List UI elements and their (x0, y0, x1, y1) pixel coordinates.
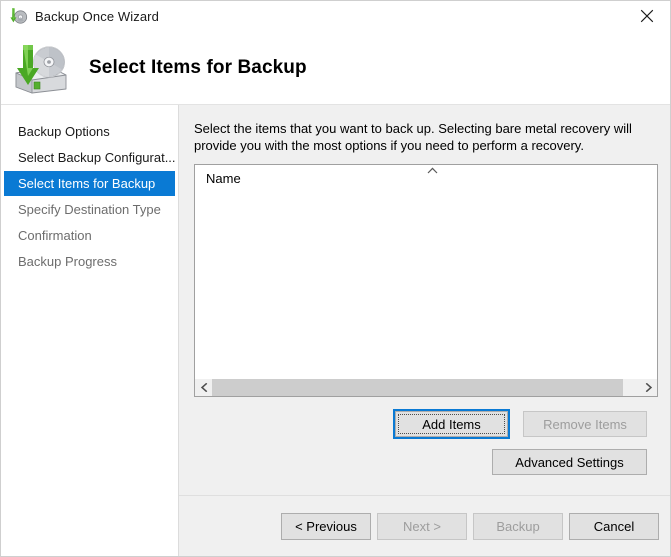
close-icon (640, 9, 654, 23)
column-header-label: Name (206, 170, 241, 186)
window-title: Backup Once Wizard (35, 8, 159, 24)
wizard-footer: < Previous Next > Backup Cancel (179, 495, 670, 556)
scroll-track[interactable] (212, 379, 640, 396)
content-main: Select the items that you want to back u… (179, 105, 670, 495)
add-items-focus-ring: Add Items (393, 409, 510, 439)
sidebar-item-backup-options[interactable]: Backup Options (4, 119, 175, 144)
scroll-thumb[interactable] (212, 379, 623, 396)
item-action-buttons: Add Items Remove Items Advanced Settings (194, 409, 658, 475)
wizard-sidebar: Backup Options Select Backup Configurat.… (1, 105, 179, 556)
list-column-header-name[interactable]: Name (195, 165, 657, 191)
chevron-right-icon (645, 383, 652, 392)
chevron-up-icon (427, 167, 438, 174)
cancel-button[interactable]: Cancel (569, 512, 659, 540)
close-button[interactable] (624, 1, 670, 31)
scroll-right-button[interactable] (640, 379, 657, 396)
sidebar-item-specify-destination-type[interactable]: Specify Destination Type (4, 197, 175, 222)
body: Backup Options Select Backup Configurat.… (1, 104, 670, 556)
sidebar-item-backup-progress[interactable]: Backup Progress (4, 249, 175, 274)
previous-button[interactable]: < Previous (281, 512, 371, 540)
horizontal-scrollbar[interactable] (195, 378, 657, 396)
header-banner: Select Items for Backup (1, 31, 670, 104)
scroll-left-button[interactable] (195, 379, 212, 396)
items-listbox[interactable]: Name (194, 164, 658, 397)
next-button: Next > (377, 512, 467, 540)
remove-items-button: Remove Items (523, 411, 647, 437)
backup-button: Backup (473, 512, 563, 540)
titlebar: Backup Once Wizard (1, 1, 670, 31)
backup-once-wizard-window: Backup Once Wizard Select Items for Back… (0, 0, 671, 557)
item-button-row: Add Items Remove Items (393, 409, 647, 439)
sidebar-item-select-backup-configuration[interactable]: Select Backup Configurat... (4, 145, 175, 170)
backup-drive-disc-icon (15, 44, 67, 93)
sidebar-item-confirmation[interactable]: Confirmation (4, 223, 175, 248)
list-rows-area[interactable] (195, 191, 657, 378)
instructions-text: Select the items that you want to back u… (194, 121, 632, 153)
page-title: Select Items for Backup (89, 56, 307, 78)
content-panel: Select the items that you want to back u… (179, 105, 670, 556)
sidebar-item-select-items-for-backup[interactable]: Select Items for Backup (4, 171, 175, 196)
advanced-settings-button[interactable]: Advanced Settings (492, 449, 647, 475)
backup-disk-icon (10, 8, 28, 24)
chevron-left-icon (200, 383, 207, 392)
add-items-button[interactable]: Add Items (395, 411, 508, 437)
